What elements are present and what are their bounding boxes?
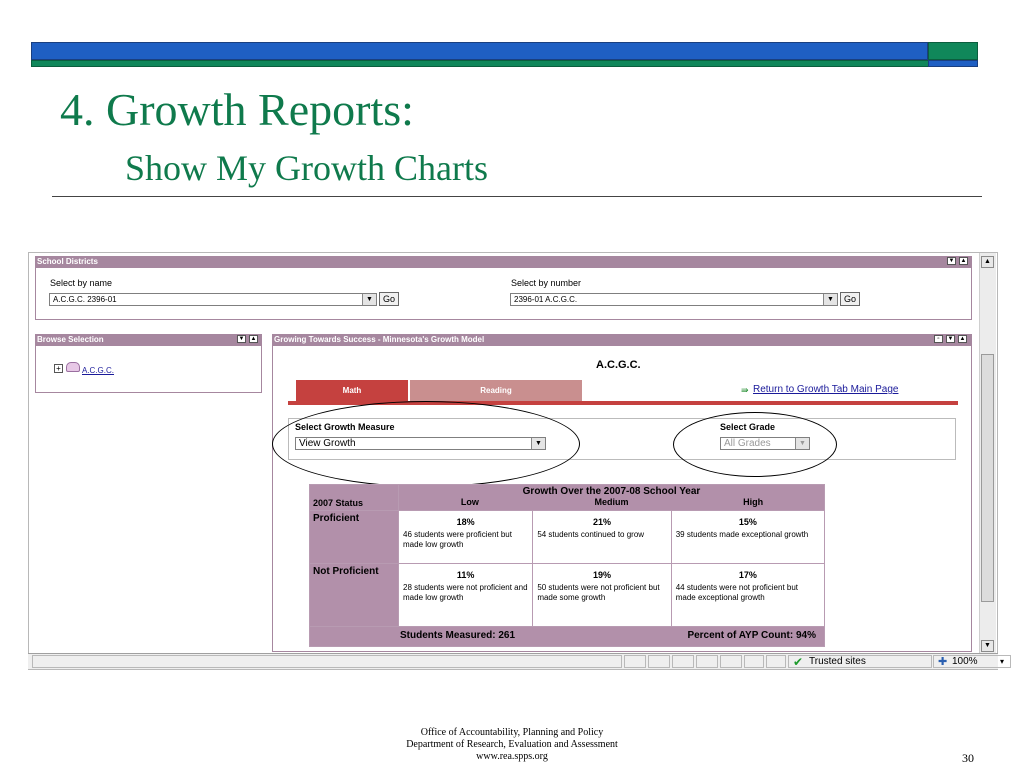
district-number-select[interactable]: 2396-01 A.C.G.C. ▼ [510, 293, 838, 306]
growth-table-header: Growth Over the 2007-08 School Year Low … [398, 483, 825, 512]
scrollbar-thumb[interactable] [981, 354, 994, 602]
cell-not-proficient-low: 11% 28 students were not proficient and m… [397, 562, 534, 627]
cell-percent: 17% [738, 569, 757, 580]
row-label-not-proficient: Not Proficient [309, 562, 399, 627]
district-name-value: A.C.G.C. 2396-01 [53, 295, 117, 304]
status-text-area [32, 655, 622, 668]
zoom-control[interactable]: ✚ 100% ▾ [933, 655, 1011, 668]
browse-selection-title: Browse Selection [37, 335, 104, 344]
return-to-growth-link[interactable]: Return to Growth Tab Main Page [753, 384, 898, 395]
cell-description: 39 students made exceptional growth [675, 530, 809, 540]
tree-expand-icon[interactable]: + [54, 364, 63, 373]
restore-icon[interactable]: ▫ [934, 335, 943, 343]
column-medium: Medium [594, 497, 629, 507]
status-bar: ✔ Trusted sites ✚ 100% ▾ [28, 653, 1011, 669]
cell-proficient-medium: 21% 54 students continued to grow [532, 510, 672, 564]
school-districts-header: School Districts ▼ ▲ [35, 256, 972, 267]
footer-line-department: Department of Research, Evaluation and A… [406, 739, 618, 750]
district-number-value: 2396-01 A.C.G.C. [514, 295, 578, 304]
slide-title: 4. Growth Reports: [60, 84, 414, 135]
title-divider [52, 196, 982, 197]
status-pane [766, 655, 786, 668]
cell-percent: 19% [593, 569, 612, 580]
collapse-icon[interactable]: ▼ [946, 335, 955, 343]
cell-proficient-low: 18% 46 students were proficient but made … [397, 510, 534, 564]
trusted-sites-zone[interactable]: ✔ Trusted sites [788, 655, 932, 668]
expand-icon[interactable]: ▲ [958, 335, 967, 343]
status-pane [720, 655, 742, 668]
tab-reading[interactable]: Reading [410, 380, 582, 401]
cell-percent: 11% [456, 569, 475, 580]
growth-panel-header: Growing Towards Success - Minnesota's Gr… [272, 334, 972, 345]
scroll-down-icon[interactable]: ▼ [981, 640, 994, 652]
status-pane [744, 655, 764, 668]
column-low: Low [460, 497, 479, 507]
select-by-number-label: Select by number [511, 278, 582, 288]
cell-description: 50 students were not proficient but made… [537, 582, 660, 602]
students-measured: Students Measured: 261 [400, 629, 516, 641]
header-bar-blue [31, 42, 928, 60]
growth-table-title: Growth Over the 2007-08 School Year [522, 486, 701, 497]
tree-item-acgc[interactable]: A.C.G.C. [82, 366, 114, 375]
select-by-name-label: Select by name [50, 278, 113, 288]
browse-selection-header: Browse Selection ▼ ▲ [35, 334, 262, 345]
cell-description: 28 students were not proficient and made… [403, 582, 528, 602]
school-icon [66, 362, 80, 372]
tab-math[interactable]: Math [296, 380, 408, 401]
expand-icon[interactable]: ▲ [959, 257, 968, 265]
chevron-down-icon: ▾ [999, 657, 1004, 666]
page-number: 30 [962, 751, 974, 765]
cell-proficient-high: 15% 39 students made exceptional growth [670, 510, 826, 564]
table-footer-row: Students Measured: 261 Percent of AYP Co… [309, 625, 825, 648]
highlight-oval-grade [673, 412, 837, 477]
status-header: 2007 Status [309, 483, 399, 512]
cell-percent: 15% [738, 517, 757, 528]
slide-subtitle: Show My Growth Charts [125, 148, 489, 188]
header-stripe-blue [928, 60, 978, 67]
slide-footer: Office of Accountability, Planning and P… [362, 727, 662, 763]
school-name-heading: A.C.G.C. [596, 359, 641, 371]
table-row-proficient: Proficient 18% 46 students were proficien… [309, 510, 826, 564]
header-stripe-green [31, 60, 978, 67]
header-bar-green [928, 42, 978, 60]
status-pane [696, 655, 718, 668]
zoom-level: 100% [952, 656, 978, 667]
expand-icon[interactable]: ▲ [249, 335, 258, 343]
row-label-proficient: Proficient [309, 510, 399, 564]
trusted-sites-label: Trusted sites [809, 656, 866, 667]
status-pane [648, 655, 670, 668]
cell-not-proficient-high: 17% 44 students were not proficient but m… [670, 562, 826, 627]
go-button-number[interactable]: Go [840, 292, 861, 306]
column-high: High [743, 497, 764, 507]
cell-percent: 21% [593, 517, 612, 528]
status-pane [672, 655, 694, 668]
district-name-select[interactable]: A.C.G.C. 2396-01 ▼ [49, 293, 377, 306]
highlight-oval-measure [272, 401, 580, 487]
go-button-name[interactable]: Go [379, 292, 400, 306]
scroll-up-icon[interactable]: ▲ [981, 256, 994, 268]
cell-description: 54 students continued to grow [537, 530, 645, 540]
zoom-icon: ✚ [938, 656, 948, 668]
collapse-icon[interactable]: ▼ [947, 257, 956, 265]
return-arrow-icon: ⇛ [741, 385, 749, 395]
footer-line-office: Office of Accountability, Planning and P… [420, 727, 604, 738]
school-districts-title: School Districts [37, 257, 98, 266]
table-footer: Students Measured: 261 Percent of AYP Co… [309, 625, 825, 648]
collapse-icon[interactable]: ▼ [237, 335, 246, 343]
ayp-count: Percent of AYP Count: 94% [687, 629, 816, 641]
footer-line-url: www.rea.spps.org [476, 751, 548, 762]
status-pane [624, 655, 646, 668]
growth-panel-title: Growing Towards Success - Minnesota's Gr… [274, 335, 485, 344]
cell-percent: 18% [456, 517, 475, 528]
cell-description: 46 students were proficient but made low… [403, 530, 512, 550]
cell-not-proficient-medium: 19% 50 students were not proficient but m… [532, 562, 672, 627]
dropdown-arrow-icon: ▼ [362, 294, 376, 305]
table-row-not-proficient: Not Proficient 11% 28 students were not p… [309, 562, 826, 627]
growth-table: 2007 Status Growth Over the 2007-08 Scho… [309, 483, 826, 648]
dropdown-arrow-icon: ▼ [823, 294, 837, 305]
cell-description: 44 students were not proficient but made… [675, 582, 799, 602]
checkmark-icon: ✔ [793, 655, 804, 669]
